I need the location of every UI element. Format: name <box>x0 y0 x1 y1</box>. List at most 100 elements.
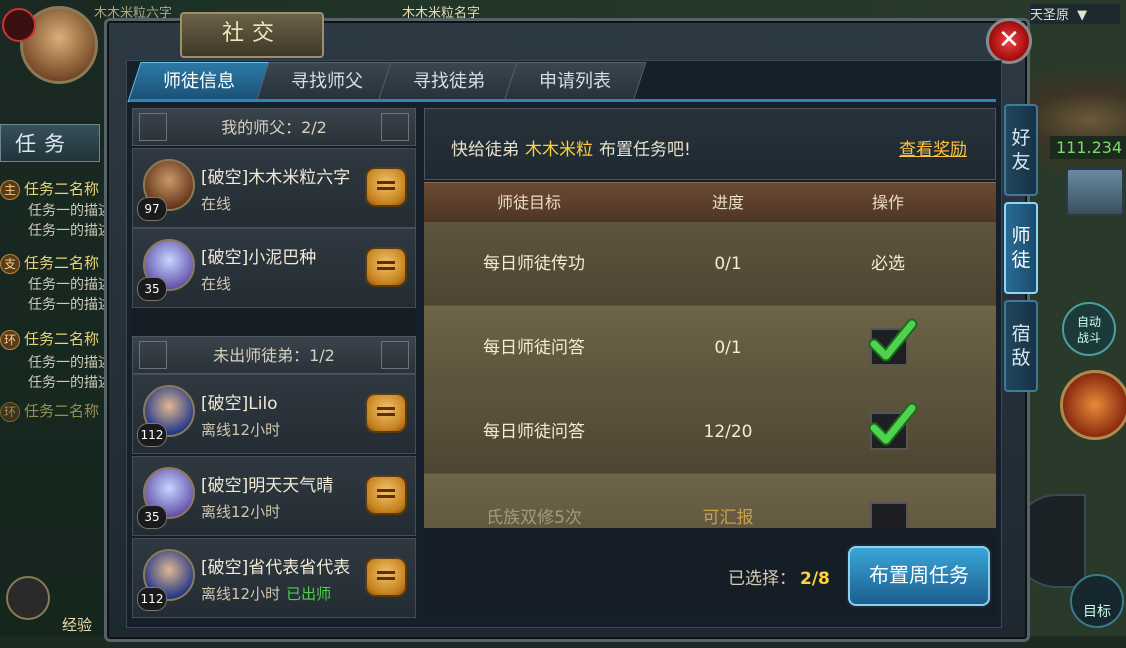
master-count: 我的师父：2/2 <box>221 118 327 137</box>
tab-label: 寻找徒弟 <box>413 71 485 92</box>
chat-icon-line <box>377 577 395 580</box>
selected-label: 已选择： <box>728 569 796 589</box>
task-desc: 任务一的描述 <box>28 223 108 239</box>
disciple-section-header: 未出师徒弟：1/2 <box>132 336 416 374</box>
side-tab-mentor[interactable]: 师徒 <box>1004 202 1038 294</box>
main-task-badge: 主 <box>0 180 20 200</box>
chat-button[interactable] <box>365 393 407 433</box>
task-desc: 任务一的描述 <box>28 375 108 391</box>
member-status: 离线12小时 已出师 <box>201 583 331 604</box>
window-title: 社交 <box>180 12 324 58</box>
close-button[interactable]: ✕ <box>986 18 1032 64</box>
column-goal: 师徒目标 <box>496 193 561 212</box>
member-status: 在线 <box>201 273 231 294</box>
mount-button[interactable] <box>6 576 50 620</box>
task-checkbox[interactable] <box>870 502 908 528</box>
task-desc: 任务一的描述 <box>28 355 108 371</box>
master-section-header: 我的师父：2/2 <box>132 108 416 146</box>
auto-battle-button[interactable]: 自动 战斗 <box>1062 302 1116 356</box>
target-button[interactable]: 目标 <box>1070 574 1124 628</box>
loop-task-badge: 环 <box>0 330 20 350</box>
status-text: 在线 <box>201 275 232 293</box>
disciple-row-2[interactable]: 35 [破空]明天天气晴 离线12小时 <box>132 456 416 536</box>
tab-application-list[interactable]: 申请列表 <box>503 62 647 102</box>
disciple-count: 未出师徒弟：1/2 <box>213 346 335 365</box>
task-checkbox[interactable] <box>868 318 918 366</box>
member-name: [破空]Lilo <box>201 394 278 414</box>
level-badge: 35 <box>137 505 167 529</box>
treasure-chest-icon[interactable] <box>1066 168 1124 216</box>
level-badge: 112 <box>137 423 167 447</box>
disciple-row-1[interactable]: 112 [破空]Lilo 离线12小时 <box>132 374 416 454</box>
notice-text: 快给徒弟 木木米粒 布置任务吧! <box>451 135 691 160</box>
table-row[interactable]: 每日师徒问答 0/1 <box>424 306 996 390</box>
task-desc: 任务一的描述 <box>28 277 108 293</box>
notice-bar: 快给徒弟 木木米粒 布置任务吧! 查看奖励 <box>424 108 996 180</box>
corner-ornament <box>381 341 409 369</box>
member-name: [破空]明天天气晴 <box>201 476 334 496</box>
tab-mentor-info[interactable]: 师徒信息 <box>127 62 271 102</box>
level-badge: 35 <box>137 277 167 301</box>
side-task-badge: 支 <box>0 254 20 274</box>
chat-button[interactable] <box>365 247 407 287</box>
chevron-down-icon: ▼ <box>1077 8 1088 23</box>
loop-task-badge: 环 <box>0 402 20 422</box>
notice-prefix: 快给徒弟 <box>451 140 519 160</box>
column-progress: 进度 <box>711 193 744 212</box>
corner-ornament <box>139 341 167 369</box>
member-name: [破空]小泥巴种 <box>201 248 317 268</box>
disciple-row-3[interactable]: 112 [破空]省代表省代表 离线12小时 已出师 <box>132 538 416 618</box>
member-status: 离线12小时 <box>201 501 280 522</box>
level-badge: 112 <box>137 587 167 611</box>
progress-cell: 0/1 <box>714 338 742 358</box>
task-footer: 已选择： 2/8 布置周任务 <box>424 530 996 616</box>
table-row[interactable]: 每日师徒传功 0/1 必选 <box>424 222 996 306</box>
graduated-tag: 已出师 <box>286 585 332 603</box>
chat-button[interactable] <box>365 557 407 597</box>
progress-cell: 0/1 <box>714 254 742 274</box>
assign-weekly-task-button[interactable]: 布置周任务 <box>848 546 990 606</box>
chat-button[interactable] <box>365 475 407 515</box>
left-hud-panel <box>0 0 120 636</box>
status-text: 在线 <box>201 195 232 213</box>
task-item-loop[interactable]: 环任务二名称 <box>0 328 108 350</box>
task-item-loop-2[interactable]: 环任务二名称 <box>0 400 108 422</box>
tab-label: 寻找师父 <box>291 71 363 92</box>
task-item-main[interactable]: 主任务二名称 <box>0 178 108 200</box>
task-title: 任务二名称 <box>24 402 100 420</box>
task-tracker-tab[interactable]: 任务 <box>0 124 100 162</box>
task-checkbox[interactable] <box>868 402 918 450</box>
chat-icon <box>377 489 395 492</box>
table-row[interactable]: 氏族双修5次 可汇报 <box>424 474 996 528</box>
member-list[interactable]: 我的师父：2/2 97 [破空]木木米粒六字 在线 35 [破空]小泥巴种 在线… <box>132 108 416 618</box>
member-status: 离线12小时 <box>201 419 280 440</box>
checkmark-icon <box>868 402 918 446</box>
chat-button[interactable] <box>365 167 407 207</box>
side-tab-enemies[interactable]: 宿敌 <box>1004 300 1038 392</box>
disciple-name-highlight: 木木米粒 <box>525 140 593 160</box>
task-title: 任务二名称 <box>24 330 100 348</box>
master-row-2[interactable]: 35 [破空]小泥巴种 在线 <box>132 228 416 308</box>
task-title: 任务二名称 <box>24 180 100 198</box>
tab-label: 申请列表 <box>539 71 611 92</box>
player-status-icon[interactable] <box>2 8 36 42</box>
notice-suffix: 布置任务吧! <box>599 140 691 160</box>
table-row[interactable]: 每日师徒问答 12/20 <box>424 390 996 474</box>
close-icon: ✕ <box>998 25 1020 55</box>
tab-find-master[interactable]: 寻找师父 <box>255 62 399 102</box>
progress-cell: 可汇报 <box>702 508 754 528</box>
chat-icon-line <box>377 187 395 190</box>
tab-find-disciple[interactable]: 寻找徒弟 <box>377 62 521 102</box>
zone-selector[interactable]: 天圣原 ▼ <box>1030 4 1120 24</box>
goal-cell: 每日师徒问答 <box>483 422 585 442</box>
member-name: [破空]省代表省代表 <box>201 558 351 578</box>
view-rewards-link[interactable]: 查看奖励 <box>899 135 967 160</box>
side-tab-friends[interactable]: 好友 <box>1004 104 1038 196</box>
task-table-body[interactable]: 每日师徒传功 0/1 必选 每日师徒问答 0/1 每日师徒问答 12/20 氏族… <box>424 222 996 528</box>
skill-button[interactable] <box>1060 370 1126 440</box>
corner-ornament <box>381 113 409 141</box>
exp-label: 经验 <box>62 616 93 634</box>
column-action: 操作 <box>871 193 904 212</box>
task-item-side[interactable]: 支任务二名称 <box>0 252 108 274</box>
master-row-1[interactable]: 97 [破空]木木米粒六字 在线 <box>132 148 416 228</box>
